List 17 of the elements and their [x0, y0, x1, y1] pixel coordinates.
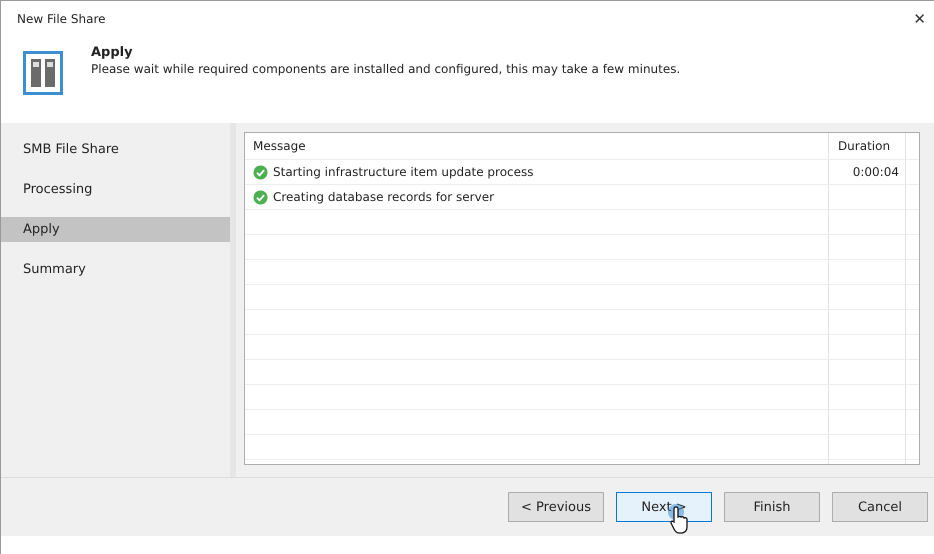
sidebar-item[interactable]: Summary	[1, 257, 230, 282]
table-cell: 0:00:04	[852, 165, 899, 179]
sidebar-item[interactable]: Apply	[1, 217, 230, 242]
table-cell: Creating database records for server	[273, 190, 494, 204]
step-title: Apply	[91, 45, 134, 60]
close-button[interactable]: ✕	[905, 10, 934, 28]
server-icon	[23, 51, 63, 95]
column-header: Duration	[829, 133, 906, 159]
table-cell: Starting infrastructure item update process	[273, 165, 534, 179]
column-header: Message	[245, 133, 829, 159]
step-description: Please wait while required components are installed and configured, this may take a few minutes.	[91, 62, 680, 76]
sidebar-item[interactable]: SMB File Share	[1, 137, 230, 162]
wizard-button[interactable]: < Previous	[508, 492, 604, 522]
wizard-button[interactable]: Cancel	[832, 492, 928, 522]
window-title: New File Share	[17, 12, 106, 26]
sidebar-item[interactable]: Processing	[1, 177, 230, 202]
wizard-button[interactable]: Finish	[724, 492, 820, 522]
